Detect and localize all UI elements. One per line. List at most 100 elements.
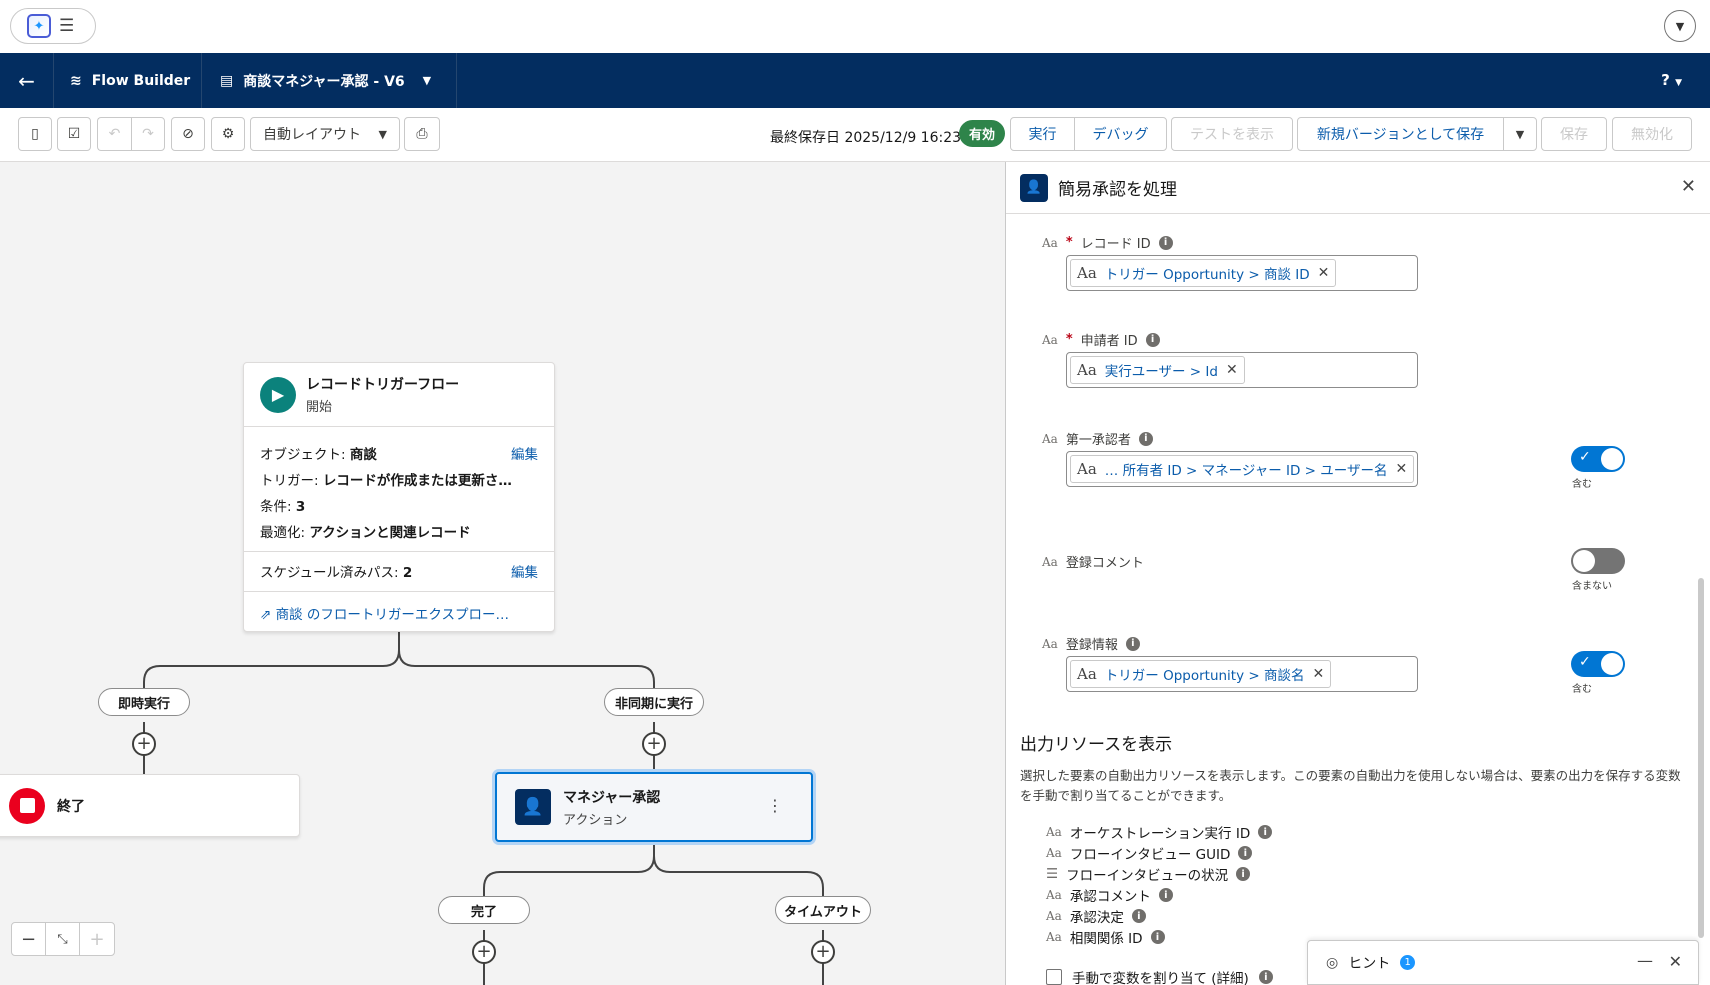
path-label-immediate[interactable]: 即時実行 [98, 688, 190, 716]
close-icon[interactable]: ✕ [1669, 952, 1682, 971]
start-card-header: ▶ レコードトリガーフロー 開始 [244, 363, 554, 427]
cancel-button[interactable]: ⊘ [171, 117, 205, 151]
top-bar: ✦ ☰ ▼ [0, 0, 1710, 53]
condition-value: 3 [295, 499, 306, 515]
output-item: Aa 承認コメント i [1046, 885, 1173, 905]
info-icon[interactable]: i [1236, 867, 1251, 881]
submission-info-include-toggle[interactable]: ✓ [1571, 651, 1625, 677]
menu-icon: ☰ [59, 16, 75, 36]
manual-assign-checkbox[interactable] [1046, 969, 1062, 985]
resource-pill[interactable]: Aa トリガー Opportunity > 商談 ID ✕ [1070, 259, 1337, 287]
info-icon[interactable]: i [1138, 431, 1153, 446]
remove-pill-icon[interactable]: ✕ [1395, 461, 1407, 477]
caret-down-icon: ▼ [1515, 127, 1525, 141]
builder-header: ← ≋ Flow Builder ▤ 商談マネジャー承認 - V6 ▼ ? ▼ [0, 53, 1710, 108]
info-icon[interactable]: i [1125, 636, 1140, 651]
approval-user-icon: 👤 [1020, 173, 1048, 202]
text-type-icon: Aa [1046, 825, 1062, 839]
stop-icon [9, 787, 45, 824]
panel-scrollbar[interactable] [1698, 578, 1704, 938]
info-icon[interactable]: i [1145, 332, 1160, 347]
toggle-caption: 含む [1572, 479, 1592, 490]
toggle-toolbox-button[interactable]: ▯ [18, 117, 52, 151]
redo-button[interactable]: ↷ [131, 117, 165, 151]
view-tests-button[interactable]: テストを表示 [1171, 117, 1293, 151]
info-icon[interactable]: i [1238, 846, 1253, 860]
fit-view-button[interactable]: ⤡ [46, 923, 80, 955]
submission-comment-include-toggle[interactable] [1571, 548, 1625, 574]
undo-button[interactable]: ↶ [97, 117, 131, 151]
add-element-plus-icon[interactable]: + [472, 940, 496, 964]
toggle-caption: 含む [1572, 684, 1592, 695]
info-icon[interactable]: i [1258, 825, 1273, 839]
print-button[interactable]: ⎙ [404, 117, 440, 151]
info-icon[interactable]: i [1131, 909, 1146, 923]
trigger-value: レコードが作成または更新さ… [322, 473, 512, 489]
output-item: ☰ フローインタビューの状況 i [1046, 864, 1251, 884]
path-label-timeout[interactable]: タイムアウト [775, 896, 871, 924]
check-errors-button[interactable]: ☑ [57, 117, 91, 151]
close-icon[interactable]: ✕ [1681, 176, 1696, 197]
submission-info-input[interactable]: Aa トリガー Opportunity > 商談名 ✕ [1066, 656, 1418, 692]
hint-dock[interactable]: ◎ ヒント 1 — ✕ [1307, 940, 1699, 985]
settings-button[interactable]: ⚙ [211, 117, 245, 151]
flow-name-button[interactable]: ▤ 商談マネジャー承認 - V6 ▼ [202, 53, 457, 108]
help-button[interactable]: ? ▼ [1661, 71, 1682, 89]
run-button[interactable]: 実行 [1010, 117, 1075, 151]
save-button[interactable]: 保存 [1541, 117, 1607, 151]
first-approver-include-toggle[interactable]: ✓ [1571, 446, 1625, 472]
play-icon: ▶ [260, 376, 296, 413]
resource-pill[interactable]: Aa トリガー Opportunity > 商談名 ✕ [1070, 660, 1332, 688]
save-as-new-version-button[interactable]: 新規バージョンとして保存 [1297, 117, 1504, 151]
divider [244, 591, 554, 592]
zoom-in-button[interactable]: + [80, 923, 114, 955]
deactivate-button[interactable]: 無効化 [1612, 117, 1692, 151]
divider [244, 551, 554, 552]
document-icon: ▤ [220, 72, 234, 89]
more-actions-icon[interactable]: ⋮ [767, 796, 783, 815]
end-element-card[interactable]: 終了 [0, 774, 300, 837]
chevron-down-icon[interactable]: ▼ [1664, 10, 1696, 42]
output-item: Aa オーケストレーション実行 ID i [1046, 822, 1273, 842]
remove-pill-icon[interactable]: ✕ [1226, 362, 1238, 378]
submitter-id-input[interactable]: Aa 実行ユーザー > Id ✕ [1066, 352, 1418, 388]
record-id-input[interactable]: Aa トリガー Opportunity > 商談 ID ✕ [1066, 255, 1418, 291]
resource-pill[interactable]: Aa … 所有者 ID > マネージャー ID > ユーザー名 ✕ [1070, 455, 1415, 483]
first-approver-input[interactable]: Aa … 所有者 ID > マネージャー ID > ユーザー名 ✕ [1066, 451, 1418, 487]
add-element-plus-icon[interactable]: + [642, 732, 666, 756]
add-element-plus-icon[interactable]: + [811, 940, 835, 964]
back-button[interactable]: ← [0, 53, 54, 108]
minimize-icon[interactable]: — [1637, 951, 1653, 970]
check-icon: ✓ [1579, 654, 1591, 670]
text-type-icon: Aa [1042, 332, 1058, 347]
flow-canvas[interactable]: ▶ レコードトリガーフロー 開始 オブジェクト: 商談 編集 トリガー: レコー… [0, 162, 1005, 985]
resource-pill[interactable]: Aa 実行ユーザー > Id ✕ [1070, 356, 1245, 384]
edit-object-link[interactable]: 編集 [511, 443, 538, 463]
info-icon[interactable]: i [1150, 930, 1165, 944]
picklist-icon: ☰ [1046, 866, 1059, 882]
action-element-card[interactable]: 👤 マネジャー承認 アクション ⋮ [495, 772, 813, 842]
info-icon[interactable]: i [1258, 970, 1273, 984]
debug-button[interactable]: デバッグ [1074, 117, 1167, 151]
add-element-plus-icon[interactable]: + [132, 732, 156, 756]
app-name: Flow Builder [91, 72, 191, 89]
save-menu-dropdown[interactable]: ▼ [1503, 117, 1537, 151]
panel-title: 簡易承認を処理 [1058, 180, 1177, 200]
remove-pill-icon[interactable]: ✕ [1318, 265, 1330, 281]
field-label-submission-info: Aa 登録情報 i [1042, 634, 1140, 653]
trigger-explorer-link[interactable]: ⇗ 商談 のフロートリガーエクスプロー… [260, 603, 509, 623]
edit-scheduled-paths-link[interactable]: 編集 [511, 561, 538, 581]
start-element-card[interactable]: ▶ レコードトリガーフロー 開始 オブジェクト: 商談 編集 トリガー: レコー… [243, 362, 555, 632]
app-launcher-button[interactable]: ✦ ☰ [10, 8, 96, 44]
trigger-row: トリガー: レコードが作成または更新さ… [260, 473, 512, 489]
text-type-icon: Aa [1042, 235, 1058, 250]
zoom-out-button[interactable]: − [12, 923, 46, 955]
remove-pill-icon[interactable]: ✕ [1312, 666, 1324, 682]
path-label-complete[interactable]: 完了 [438, 896, 530, 924]
text-type-icon: Aa [1077, 665, 1097, 683]
panel-header: 👤 簡易承認を処理 ✕ [1006, 162, 1710, 214]
info-icon[interactable]: i [1158, 888, 1173, 902]
info-icon[interactable]: i [1158, 235, 1173, 250]
layout-select[interactable]: 自動レイアウト ▼ [250, 117, 400, 151]
path-label-async[interactable]: 非同期に実行 [604, 688, 704, 716]
